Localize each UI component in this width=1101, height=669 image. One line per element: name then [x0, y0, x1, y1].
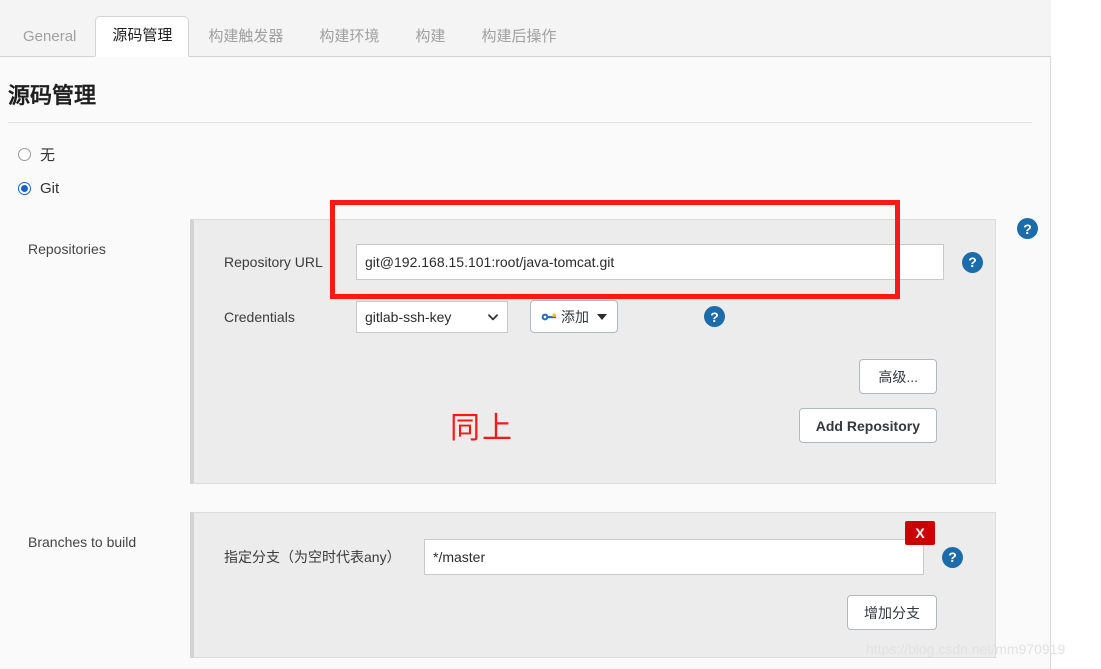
tab-scm[interactable]: 源码管理 [95, 16, 190, 57]
radio-git[interactable] [18, 181, 31, 195]
scm-option-git-label: Git [40, 179, 60, 197]
help-icon-credentials[interactable]: ? [704, 306, 725, 327]
scm-config-page: 源码管理 无 Git Repositories Repository URL ?… [0, 57, 1051, 669]
tab-post-build-actions[interactable]: 构建后操作 [464, 17, 573, 57]
annotation-note-same-as-above: 同上 [450, 412, 514, 445]
repository-url-input[interactable] [356, 244, 944, 280]
credentials-select[interactable]: gitlab-ssh-key [356, 300, 508, 333]
add-credentials-button[interactable]: 添加 [530, 300, 618, 333]
add-branch-row: 增加分支 [194, 575, 995, 630]
branches-section-label: Branches to build [28, 534, 137, 550]
tab-build[interactable]: 构建 [398, 17, 462, 57]
help-icon-scm-section[interactable]: ? [1017, 218, 1038, 239]
tab-general[interactable]: General [6, 17, 93, 57]
credentials-row: Credentials gitlab-ssh-key 添加 ? [194, 280, 995, 333]
delete-branch-button[interactable]: X [905, 521, 935, 545]
advanced-button[interactable]: 高级... [859, 359, 937, 394]
credentials-select-value: gitlab-ssh-key [365, 308, 452, 325]
key-icon [541, 313, 556, 320]
repositories-section-label: Repositories [28, 241, 106, 257]
help-icon-branch-specifier[interactable]: ? [942, 546, 963, 568]
branch-specifier-row: 指定分支（为空时代表any） ? [194, 513, 995, 575]
repositories-panel: Repository URL ? Credentials gitlab-ssh-… [190, 219, 996, 484]
caret-down-icon [597, 313, 607, 320]
scm-radio-group: 无 Git [0, 123, 1050, 215]
branch-specifier-input[interactable] [424, 539, 924, 575]
repositories-section: Repositories Repository URL ? Credential… [0, 219, 1050, 484]
add-repository-button[interactable]: Add Repository [798, 408, 937, 443]
help-icon-repository-url[interactable]: ? [962, 251, 983, 273]
radio-none[interactable] [18, 147, 31, 161]
chevron-down-icon [488, 313, 498, 320]
branches-section: Branches to build X 指定分支（为空时代表any） ? 增加分… [0, 512, 1050, 658]
scm-option-none-label: 无 [40, 146, 56, 164]
scm-option-none[interactable]: 无 [18, 141, 1050, 167]
branch-specifier-label: 指定分支（为空时代表any） [224, 549, 401, 565]
tab-build-triggers[interactable]: 构建触发器 [191, 17, 300, 57]
page-title: 源码管理 [8, 83, 97, 108]
config-tab-bar: General 源码管理 构建触发器 构建环境 构建 构建后操作 [0, 0, 1051, 57]
credentials-label: Credentials [224, 308, 295, 325]
add-repository-row: Add Repository [194, 394, 995, 443]
add-credentials-label: 添加 [561, 308, 589, 325]
add-branch-button[interactable]: 增加分支 [847, 595, 937, 630]
advanced-row: 高级... [194, 333, 995, 394]
repository-url-row: Repository URL ? [194, 220, 995, 280]
branches-panel: X 指定分支（为空时代表any） ? 增加分支 [190, 512, 996, 658]
scm-option-git[interactable]: Git [18, 175, 1050, 201]
repository-url-label: Repository URL [224, 254, 323, 270]
watermark-text: https://blog.csdn.net/mm970919 [866, 641, 1066, 657]
tab-build-environment[interactable]: 构建环境 [302, 17, 396, 57]
